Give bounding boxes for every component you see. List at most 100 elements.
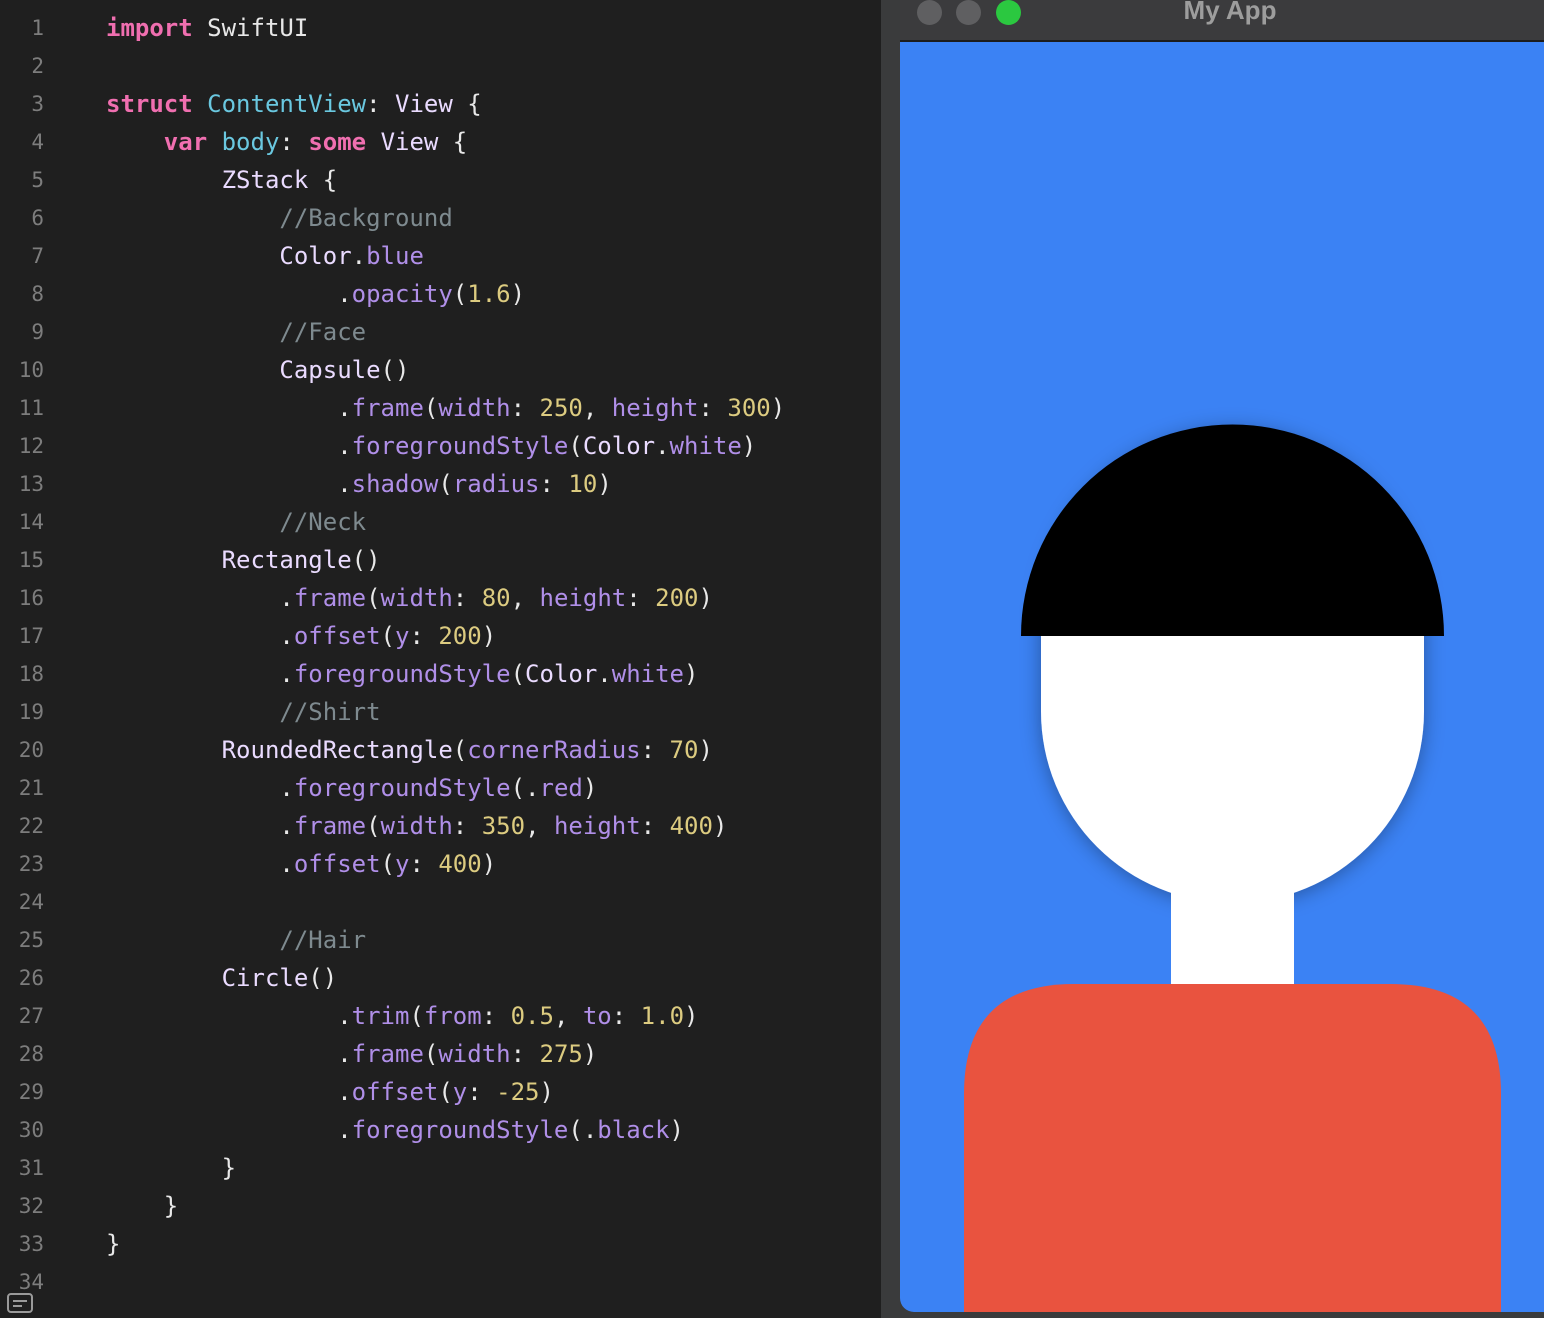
code-token: . <box>106 584 294 612</box>
line-number: 13 <box>18 472 44 496</box>
code-line[interactable]: 34 <box>0 1263 880 1301</box>
line-code: } <box>106 1187 178 1225</box>
code-token: : <box>467 1078 497 1106</box>
code-token: : <box>640 736 670 764</box>
code-line[interactable]: 19 //Shirt <box>0 693 880 731</box>
line-code: //Neck <box>106 503 366 541</box>
code-token: (. <box>568 1116 598 1144</box>
code-token: { <box>308 166 338 194</box>
code-token: 1.6 <box>467 280 511 308</box>
editor-status-icon[interactable] <box>7 1293 33 1313</box>
code-line[interactable]: 12 .foregroundStyle(Color.white) <box>0 427 880 465</box>
line-code: .frame(width: 275) <box>106 1035 597 1073</box>
code-token: width <box>438 1040 511 1068</box>
code-line[interactable]: 32 } <box>0 1187 880 1225</box>
code-line[interactable]: 24 <box>0 883 880 921</box>
code-line[interactable]: 13 .shadow(radius: 10) <box>0 465 880 503</box>
code-line[interactable]: 6 //Background <box>0 199 880 237</box>
line-number: 6 <box>31 206 44 230</box>
code-token: width <box>438 394 511 422</box>
code-token: . <box>106 1040 352 1068</box>
code-token: height <box>553 812 641 840</box>
code-line[interactable]: 14 //Neck <box>0 503 880 541</box>
code-line[interactable]: 8 .opacity(1.6) <box>0 275 880 313</box>
code-line[interactable]: 10 Capsule() <box>0 351 880 389</box>
line-code: .foregroundStyle(Color.white) <box>106 427 756 465</box>
code-token: body <box>221 128 280 156</box>
line-number: 15 <box>18 548 44 572</box>
code-token: from <box>423 1002 482 1030</box>
code-line[interactable]: 29 .offset(y: -25) <box>0 1073 880 1111</box>
code-line[interactable]: 2 <box>0 47 880 85</box>
code-line[interactable]: 30 .foregroundStyle(.black) <box>0 1111 880 1149</box>
code-line[interactable]: 7 Color.blue <box>0 237 880 275</box>
code-line[interactable]: 18 .foregroundStyle(Color.white) <box>0 655 880 693</box>
code-line[interactable]: 16 .frame(width: 80, height: 200) <box>0 579 880 617</box>
code-token: ( <box>510 660 526 688</box>
code-token: //Background <box>279 204 453 232</box>
code-line[interactable]: 20 RoundedRectangle(cornerRadius: 70) <box>0 731 880 769</box>
code-line[interactable]: 28 .frame(width: 275) <box>0 1035 880 1073</box>
code-token: 1.0 <box>640 1002 685 1030</box>
line-code: var body: some View { <box>106 123 467 161</box>
code-token: 10 <box>568 470 598 498</box>
code-token: y <box>395 622 410 650</box>
code-line[interactable]: 3 struct ContentView: View { <box>0 85 880 123</box>
code-line[interactable]: 27 .trim(from: 0.5, to: 1.0) <box>0 997 880 1035</box>
line-number: 1 <box>31 16 44 40</box>
code-token: blue <box>366 242 424 270</box>
code-token: 350 <box>481 812 526 840</box>
line-code: import SwiftUI <box>106 9 308 47</box>
line-code: .opacity(1.6) <box>106 275 525 313</box>
code-line[interactable]: 15 Rectangle() <box>0 541 880 579</box>
avatar-drawing <box>900 42 1544 1312</box>
code-line[interactable]: 17 .offset(y: 200) <box>0 617 880 655</box>
code-token: struct <box>106 90 193 118</box>
code-token: : <box>452 584 482 612</box>
line-number: 11 <box>18 396 44 420</box>
code-line[interactable]: 31 } <box>0 1149 880 1187</box>
code-line[interactable]: 9 //Face <box>0 313 880 351</box>
code-token: ) <box>684 1002 699 1030</box>
code-line[interactable]: 33} <box>0 1225 880 1263</box>
code-token: ) <box>770 394 786 422</box>
code-token: . <box>106 774 294 802</box>
code-token: white <box>611 660 684 688</box>
line-number: 22 <box>18 814 44 838</box>
neck-rect <box>1171 862 1294 997</box>
code-line[interactable]: 26 Circle() <box>0 959 880 997</box>
code-line[interactable]: 1 import SwiftUI <box>0 9 880 47</box>
line-number: 29 <box>18 1080 44 1104</box>
code-line[interactable]: 4 var body: some View { <box>0 123 880 161</box>
line-code: ZStack { <box>106 161 338 199</box>
code-token: ) <box>582 774 598 802</box>
code-token: ) <box>481 850 497 878</box>
code-line[interactable]: 22 .frame(width: 350, height: 400) <box>0 807 880 845</box>
code-line[interactable]: 25 //Hair <box>0 921 880 959</box>
code-editor[interactable]: 1 import SwiftUI 2 3 struct ContentView: Vie… <box>0 0 880 1318</box>
line-code: .offset(y: 400) <box>106 845 496 883</box>
code-line[interactable]: 21 .foregroundStyle(.red) <box>0 769 880 807</box>
line-number: 24 <box>18 890 44 914</box>
code-line[interactable]: 11 .frame(width: 250, height: 300) <box>0 389 880 427</box>
code-token: ( <box>366 812 381 840</box>
line-number: 2 <box>31 54 44 78</box>
code-line[interactable]: 5 ZStack { <box>0 161 880 199</box>
code-token: ( <box>409 1002 424 1030</box>
code-token: Color <box>582 432 656 460</box>
code-token: foregroundStyle <box>351 432 569 460</box>
code-token: . <box>106 470 352 498</box>
code-token: width <box>380 812 453 840</box>
code-token: : <box>409 622 439 650</box>
code-token: offset <box>351 1078 439 1106</box>
code-token: foregroundStyle <box>293 660 511 688</box>
line-number: 4 <box>31 130 44 154</box>
code-token: ( <box>423 394 439 422</box>
code-line[interactable]: 23 .offset(y: 400) <box>0 845 880 883</box>
code-token: , <box>510 584 540 612</box>
